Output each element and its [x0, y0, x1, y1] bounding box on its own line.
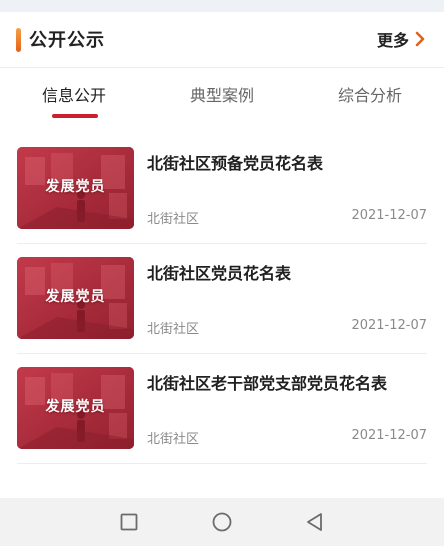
- news-title: 北街社区老干部党支部党员花名表: [147, 374, 388, 393]
- thumbnail-label: 发展党员: [45, 289, 106, 305]
- section-title: 公开公示: [29, 30, 105, 51]
- thumbnail-label: 发展党员: [45, 179, 106, 195]
- tab-info-disclosure[interactable]: 信息公开: [42, 82, 106, 106]
- news-source: 北街社区: [147, 322, 200, 337]
- chevron-right-icon: [415, 31, 425, 47]
- recents-icon[interactable]: [117, 510, 141, 534]
- tab-comprehensive-analysis[interactable]: 综合分析: [338, 82, 402, 106]
- list-item[interactable]: 发展党员 北街社区老干部党支部党员花名表 北街社区 2021-12-07: [17, 354, 427, 464]
- tab-bar: 信息公开 典型案例 综合分析: [0, 68, 444, 126]
- news-source: 北街社区: [147, 212, 200, 227]
- news-title: 北街社区党员花名表: [147, 264, 292, 283]
- news-thumbnail: 发展党员: [17, 147, 134, 229]
- news-source: 北街社区: [147, 432, 200, 447]
- more-label: 更多: [376, 31, 409, 50]
- news-date: 2021-12-07: [351, 318, 427, 333]
- list-item[interactable]: 发展党员 北街社区党员花名表 北街社区 2021-12-07: [17, 244, 427, 354]
- top-strip: [0, 0, 444, 12]
- section-header: 公开公示 更多: [0, 12, 444, 68]
- back-icon[interactable]: [303, 510, 327, 534]
- news-thumbnail: 发展党员: [17, 367, 134, 449]
- system-nav-bar: [0, 498, 444, 546]
- more-link[interactable]: 更多: [377, 27, 426, 51]
- news-date: 2021-12-07: [351, 428, 427, 443]
- news-date: 2021-12-07: [351, 208, 427, 223]
- news-title: 北街社区预备党员花名表: [147, 154, 324, 173]
- tab-typical-cases[interactable]: 典型案例: [190, 82, 254, 106]
- thumbnail-label: 发展党员: [45, 399, 106, 415]
- home-icon[interactable]: [210, 510, 234, 534]
- section-accent-bar: [16, 28, 21, 52]
- active-tab-indicator: [52, 114, 98, 118]
- news-thumbnail: 发展党员: [17, 257, 134, 339]
- list-item[interactable]: 发展党员 北街社区预备党员花名表 北街社区 2021-12-07: [17, 134, 427, 244]
